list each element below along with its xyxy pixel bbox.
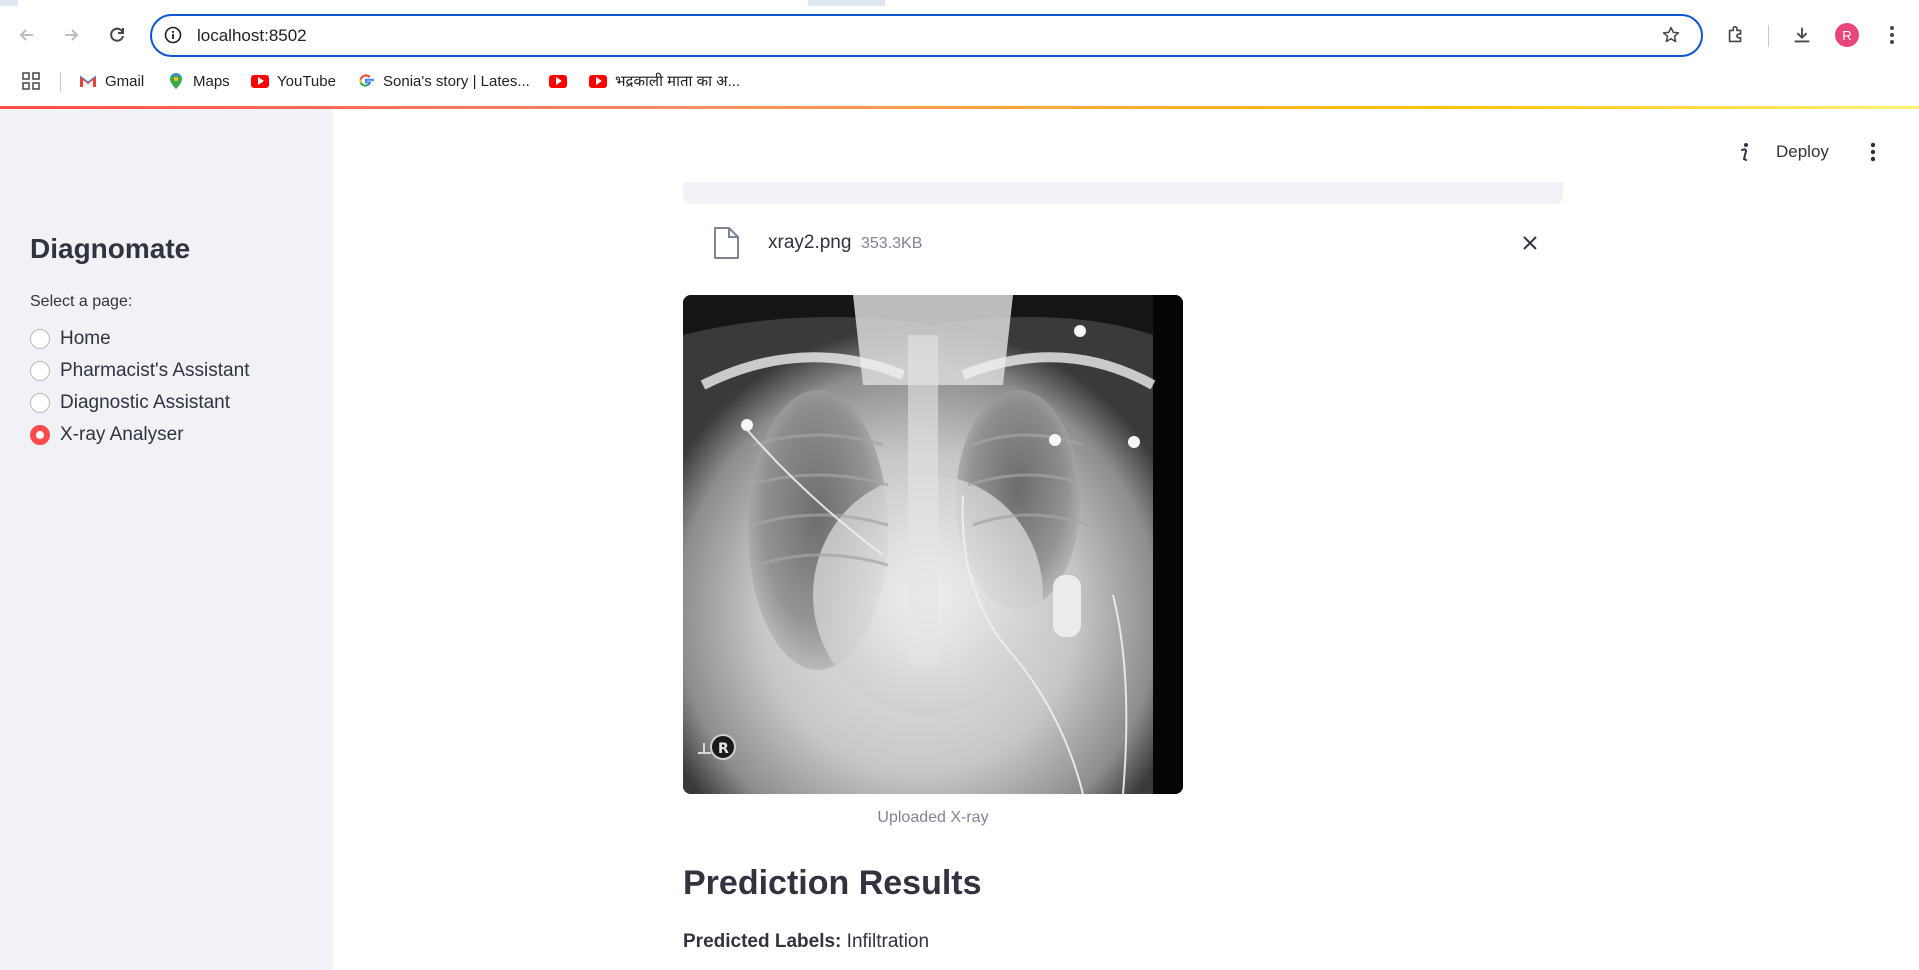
apps-grid-icon: [22, 72, 40, 90]
bookmark-bhadrakali[interactable]: भद्रकाली माता का अ...: [589, 68, 740, 94]
film-marker-r: R: [718, 741, 729, 757]
bookmark-label: Gmail: [105, 72, 145, 90]
prediction-results-heading: Prediction Results: [683, 864, 982, 902]
toolbar-divider: [1768, 25, 1769, 47]
browser-menu-button[interactable]: [1874, 17, 1910, 53]
bookmark-youtube[interactable]: YouTube: [251, 68, 336, 94]
kebab-menu-icon: [1890, 26, 1894, 44]
download-icon: [1794, 27, 1810, 43]
gmail-icon: [79, 72, 97, 90]
bookmark-label: भद्रकाली माता का अ...: [615, 73, 741, 90]
file-size: 353.3KB: [861, 235, 923, 252]
radio-circle-selected[interactable]: [30, 425, 50, 445]
bookmark-maps[interactable]: Maps: [167, 68, 230, 94]
url-text[interactable]: localhost:8502: [197, 26, 307, 46]
radio-option-diagnostic-assistant[interactable]: Diagnostic Assistant: [30, 389, 230, 417]
radio-circle[interactable]: [30, 329, 50, 349]
kebab-menu-icon: [1870, 142, 1876, 162]
radio-option-home[interactable]: Home: [30, 325, 111, 353]
radio-label: X-ray Analyser: [60, 424, 184, 445]
uploaded-xray-image: R: [683, 295, 1183, 794]
back-arrow-icon: [19, 29, 33, 41]
reload-icon: [110, 27, 124, 42]
browser-chrome: localhost:8502 R Gmail Maps YouTube Soni…: [0, 0, 1919, 107]
file-icon: [711, 226, 741, 260]
running-man-icon: [1741, 143, 1748, 161]
profile-button[interactable]: R: [1829, 17, 1865, 53]
deploy-button[interactable]: Deploy: [1776, 138, 1829, 166]
remove-file-button[interactable]: [1517, 230, 1543, 256]
address-bar[interactable]: localhost:8502: [150, 14, 1703, 57]
radio-label: Pharmacist's Assistant: [60, 360, 250, 381]
app-title: Diagnomate: [30, 233, 191, 264]
bookmark-gmail[interactable]: Gmail: [79, 68, 144, 94]
predicted-labels-key: Predicted Labels:: [683, 931, 842, 952]
youtube-icon: [549, 72, 567, 90]
tab-edge: [18, 0, 808, 6]
youtube-icon: [251, 72, 269, 90]
bookmark-label: YouTube: [277, 72, 336, 90]
page-select-label: Select a page:: [30, 293, 133, 310]
close-icon: [1523, 236, 1537, 250]
radio-circle[interactable]: [30, 361, 50, 381]
uploaded-file-row: xray2.png 353.3KB: [683, 222, 1563, 266]
file-name: xray2.png: [768, 232, 852, 253]
info-button[interactable]: [1730, 137, 1760, 167]
bookmarks-divider: [60, 72, 61, 92]
forward-arrow-icon: [65, 29, 79, 41]
bookmark-label: Maps: [193, 72, 230, 90]
maps-icon: [167, 72, 185, 90]
puzzle-icon: [1728, 25, 1742, 43]
predicted-labels-value: Infiltration: [846, 931, 930, 952]
main-menu-button[interactable]: [1858, 137, 1888, 167]
apps-button[interactable]: [22, 68, 40, 94]
downloads-button[interactable]: [1784, 17, 1820, 53]
tab-strip: [0, 0, 1919, 6]
forward-button[interactable]: [53, 17, 89, 53]
sidebar: Diagnomate Select a page: Home Pharmacis…: [0, 109, 333, 970]
bookmark-star-icon[interactable]: [1659, 23, 1683, 47]
image-caption: Uploaded X-ray: [877, 809, 989, 826]
bookmark-sonias-story[interactable]: Sonia's story | Lates...: [357, 68, 530, 94]
radio-option-pharmacists-assistant[interactable]: Pharmacist's Assistant: [30, 357, 249, 385]
avatar: R: [1835, 23, 1859, 47]
extensions-button[interactable]: [1718, 17, 1754, 53]
tab-edge: [885, 0, 1919, 6]
file-dropzone[interactable]: [683, 182, 1563, 204]
back-button[interactable]: [9, 17, 45, 53]
radio-label: Home: [60, 328, 111, 349]
bookmark-label: Sonia's story | Lates...: [383, 72, 530, 90]
predicted-labels-line: Predicted Labels: Infiltration: [683, 931, 929, 953]
radio-label: Diagnostic Assistant: [60, 392, 231, 413]
radio-option-xray-analyser[interactable]: X-ray Analyser: [30, 421, 184, 449]
bookmarks-bar: Gmail Maps YouTube Sonia's story | Lates…: [0, 64, 1919, 100]
site-info-icon[interactable]: [162, 24, 184, 46]
bookmark-youtube-2[interactable]: [549, 68, 575, 94]
radio-circle[interactable]: [30, 393, 50, 413]
youtube-icon: [589, 72, 607, 90]
google-icon: [357, 72, 375, 90]
reload-button[interactable]: [99, 17, 135, 53]
